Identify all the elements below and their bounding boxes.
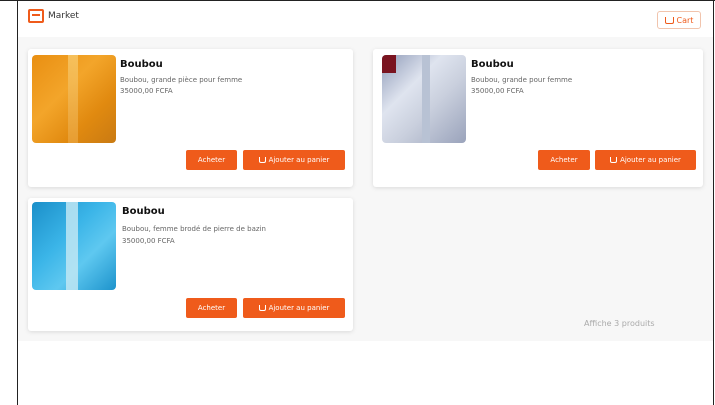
store-icon [28,9,44,23]
product-price: 35000,00 FCFA [122,237,175,245]
buy-button[interactable]: Acheter [186,298,237,318]
product-title: Boubou [471,59,514,70]
app-window: Market Cart Boubou Boubou, grande pièce … [18,1,713,341]
product-description: Boubou, grande pièce pour femme [120,76,243,84]
add-to-cart-button[interactable]: Ajouter au panier [243,150,345,170]
brand-name: Market [48,11,79,21]
buy-label: Acheter [197,304,226,312]
product-image[interactable] [382,55,466,143]
cart-icon [610,157,618,163]
buy-button[interactable]: Acheter [538,150,590,170]
product-image[interactable] [32,202,116,290]
top-bar: Market Cart [18,1,713,37]
product-image[interactable] [32,55,116,143]
product-title: Boubou [120,59,163,70]
cart-icon [258,305,266,311]
product-card: Boubou Boubou, grande pour femme 35000,0… [373,49,703,187]
product-card: Boubou Boubou, femme brodé de pierre de … [28,198,353,331]
add-to-cart-label: Ajouter au panier [268,304,330,312]
buy-label: Acheter [197,156,226,164]
cart-button[interactable]: Cart [657,11,701,29]
product-price: 35000,00 FCFA [120,87,173,95]
add-to-cart-label: Ajouter au panier [268,156,330,164]
cart-icon [664,16,674,24]
cart-icon [258,157,266,163]
product-card: Boubou Boubou, grande pièce pour femme 3… [28,49,353,187]
right-border [713,0,714,405]
cart-label: Cart [676,15,694,25]
product-price: 35000,00 FCFA [471,87,524,95]
add-to-cart-button[interactable]: Ajouter au panier [595,150,696,170]
results-count: Affiche 3 produits [584,319,655,328]
product-description: Boubou, femme brodé de pierre de bazin [122,225,266,233]
buy-label: Acheter [550,156,578,164]
product-title: Boubou [122,206,165,217]
add-to-cart-button[interactable]: Ajouter au panier [243,298,345,318]
brand[interactable]: Market [28,9,79,23]
add-to-cart-label: Ajouter au panier [620,156,681,164]
product-description: Boubou, grande pour femme [471,76,573,84]
buy-button[interactable]: Acheter [186,150,237,170]
